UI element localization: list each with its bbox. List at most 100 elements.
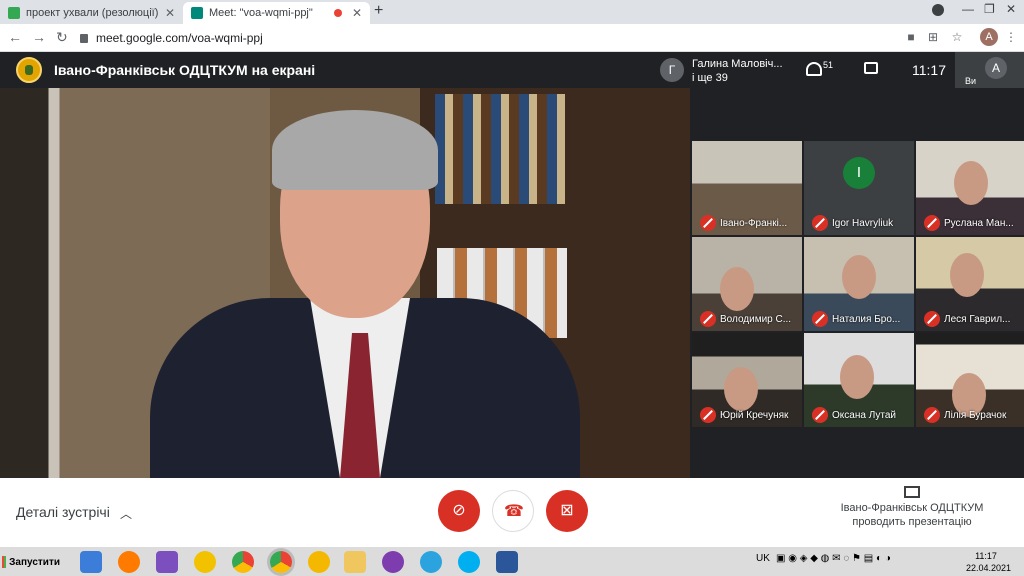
participant-tile[interactable]: Володимир С... <box>692 237 802 331</box>
speaker-video <box>150 110 580 478</box>
start-button[interactable]: Запустити <box>2 551 60 573</box>
chrome-icon[interactable] <box>232 551 254 573</box>
address-bar[interactable]: meet.google.com/voa-wqmi-ppj <box>80 28 890 48</box>
close-tab-icon[interactable]: ✕ <box>352 6 362 20</box>
participant-face <box>724 367 758 411</box>
viber-icon[interactable] <box>382 551 404 573</box>
mic-toggle-button[interactable]: ⊘ <box>438 490 480 532</box>
system-clock[interactable]: 11:17 22.04.2021 <box>966 550 1012 574</box>
file-manager-icon[interactable] <box>344 551 366 573</box>
participant-tile[interactable]: I Igor Havryliuk <box>804 141 914 235</box>
tab-title: проект ухвали (резолюції) конф <box>26 7 161 19</box>
participant-grid: Івано-Франкі... I Igor Havryliuk Руслана… <box>690 141 1024 427</box>
people-count: 51 <box>823 60 834 70</box>
muted-mic-icon <box>812 215 828 231</box>
muted-mic-icon <box>700 311 716 327</box>
participant-name: Юрій Кречуняк <box>720 410 789 421</box>
chat-icon[interactable] <box>864 62 878 74</box>
participant-tile[interactable]: Юрій Кречуняк <box>692 333 802 427</box>
translate-icon[interactable]: ⊞ <box>926 30 940 44</box>
system-date: 22.04.2021 <box>966 563 1012 573</box>
present-line-2: проводить презентацію <box>852 516 972 528</box>
bookmark-star-icon[interactable]: ☆ <box>950 30 964 44</box>
presentation-status[interactable]: Івано-Франківськ ОДЦТКУМ проводить презе… <box>832 486 992 529</box>
participant-tile[interactable]: Руслана Ман... <box>916 141 1024 235</box>
windows-logo-icon <box>2 556 7 568</box>
minimize-icon[interactable]: — <box>962 2 974 16</box>
present-line-1: Івано-Франківськ ОДЦТКУМ <box>840 502 984 514</box>
camera-toggle-button[interactable]: ⊠ <box>546 490 588 532</box>
participant-initial-avatar: I <box>843 157 875 189</box>
os-taskbar: Запустити UK ▣ ◉ ◈ ◆ ◍ ✉ ◌ ⚑ ▤ ◐ ◑ 11:17… <box>0 546 1024 576</box>
tab-strip: проект ухвали (резолюції) конф ✕ Meet: "… <box>0 0 1024 24</box>
visual-studio-icon[interactable] <box>156 551 178 573</box>
hang-up-icon: ☎ <box>504 503 524 520</box>
muted-mic-icon <box>924 407 940 423</box>
tab-active-meet[interactable]: Meet: "voa-wqmi-ppj" ✕ <box>183 2 370 24</box>
reload-icon[interactable]: ↻ <box>56 29 68 46</box>
chevron-up-icon[interactable]: ︿ <box>120 505 132 522</box>
menu-icon[interactable]: ⋮ <box>1004 30 1018 44</box>
word-icon[interactable] <box>496 551 518 573</box>
participant-chip[interactable]: Г Галина Маловіч... і ще 39 <box>660 56 790 86</box>
tab-search-icon[interactable] <box>932 4 944 16</box>
participant-tile[interactable]: Івано-Франкі... <box>692 141 802 235</box>
muted-mic-icon <box>700 215 716 231</box>
new-tab-button[interactable]: + <box>374 2 383 20</box>
participant-tile[interactable]: Лілія Бурачок <box>916 333 1024 427</box>
recording-indicator-icon <box>333 9 342 17</box>
participant-tile[interactable]: Леся Гаврил... <box>916 237 1024 331</box>
lock-icon <box>80 33 88 43</box>
meeting-clock: 11:17 <box>912 62 946 78</box>
participant-avatar: Г <box>660 58 684 82</box>
presenter-logo-icon <box>16 57 42 83</box>
back-icon[interactable]: ← <box>8 29 22 45</box>
muted-mic-icon <box>700 407 716 423</box>
browser-toolbar: ← → ↻ meet.google.com/voa-wqmi-ppj ■ ⊞ ☆… <box>0 24 1024 52</box>
participant-more: і ще 39 <box>692 72 728 84</box>
media-player-icon[interactable] <box>80 551 102 573</box>
participant-name: Володимир С... <box>720 314 792 325</box>
telegram-icon[interactable] <box>420 551 442 573</box>
tray-icons[interactable]: ▣ ◉ ◈ ◆ ◍ ✉ ◌ ⚑ ▤ ◐ ◑ <box>776 553 891 564</box>
participant-face <box>842 255 876 299</box>
muted-mic-icon <box>812 311 828 327</box>
mic-off-icon: ⊘ <box>452 502 466 519</box>
people-icon <box>806 62 822 76</box>
muted-mic-icon <box>812 407 828 423</box>
skype-icon[interactable] <box>458 551 480 573</box>
participant-name: Лілія Бурачок <box>944 410 1007 421</box>
leave-call-button[interactable]: ☎ <box>492 490 534 532</box>
forward-icon[interactable]: → <box>32 29 46 45</box>
participant-face <box>954 161 988 205</box>
meet-top-bar: Івано-Франківськ ОДЦТКУМ на екрані Г Гал… <box>0 52 1024 88</box>
tab-inactive[interactable]: проект ухвали (резолюції) конф ✕ <box>0 2 183 24</box>
system-time: 11:17 <box>975 551 997 561</box>
muted-mic-icon <box>924 311 940 327</box>
muted-mic-icon <box>924 215 940 231</box>
self-avatar: A <box>985 57 1007 79</box>
chromium-yellow-icon[interactable] <box>308 551 330 573</box>
participant-tile[interactable]: Наталия Бро... <box>804 237 914 331</box>
present-screen-icon <box>904 486 920 498</box>
profile-avatar[interactable]: A <box>980 28 998 46</box>
camera-icon[interactable]: ■ <box>904 30 918 44</box>
firefox-icon[interactable] <box>118 551 140 573</box>
people-button[interactable]: 51 <box>806 60 836 80</box>
maximize-icon[interactable]: ❐ <box>984 2 995 16</box>
self-view[interactable]: A Ви <box>955 52 1024 88</box>
participant-name: Igor Havryliuk <box>832 218 894 229</box>
meeting-details-button[interactable]: Деталі зустрічі <box>16 504 110 520</box>
participant-tile[interactable]: Оксана Лутай <box>804 333 914 427</box>
meet-bottom-bar: Деталі зустрічі ︿ ⊘ ☎ ⊠ Івано-Франківськ… <box>0 478 1024 546</box>
participant-name: Оксана Лутай <box>832 410 896 421</box>
main-video-stage <box>0 88 690 478</box>
close-tab-icon[interactable]: ✕ <box>165 6 175 20</box>
language-indicator[interactable]: UK <box>756 553 770 564</box>
meet-favicon-icon <box>191 7 203 19</box>
participant-name: Галина Маловіч... <box>692 58 783 70</box>
chrome-active-icon[interactable] <box>270 551 292 573</box>
archive-app-icon[interactable] <box>194 551 216 573</box>
url-text: meet.google.com/voa-wqmi-ppj <box>96 31 263 45</box>
close-window-icon[interactable]: ✕ <box>1006 2 1016 16</box>
